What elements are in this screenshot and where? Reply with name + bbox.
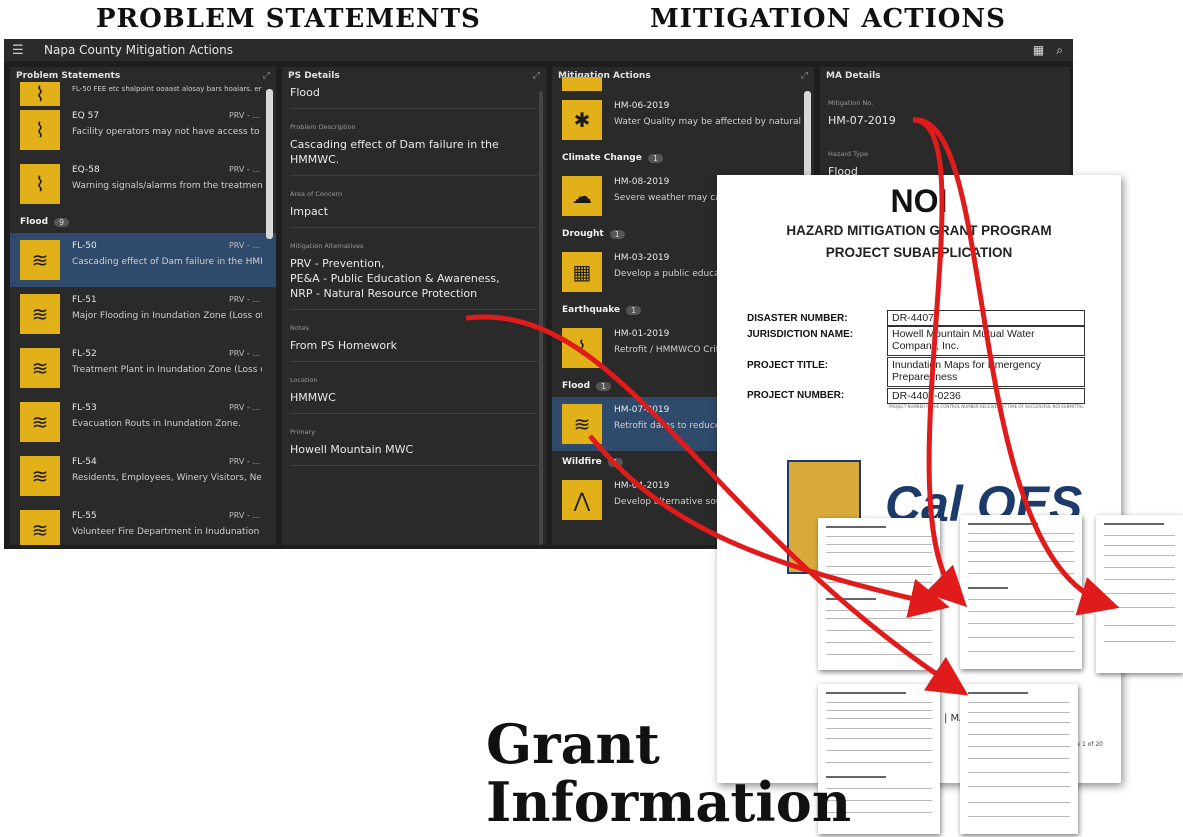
grant-label: Grant	[486, 712, 660, 776]
arrow-number-to-form	[912, 117, 968, 608]
arrow-ps-to-form	[465, 314, 969, 696]
information-label: Information	[486, 770, 852, 834]
arrow-ma-to-form	[588, 434, 950, 618]
